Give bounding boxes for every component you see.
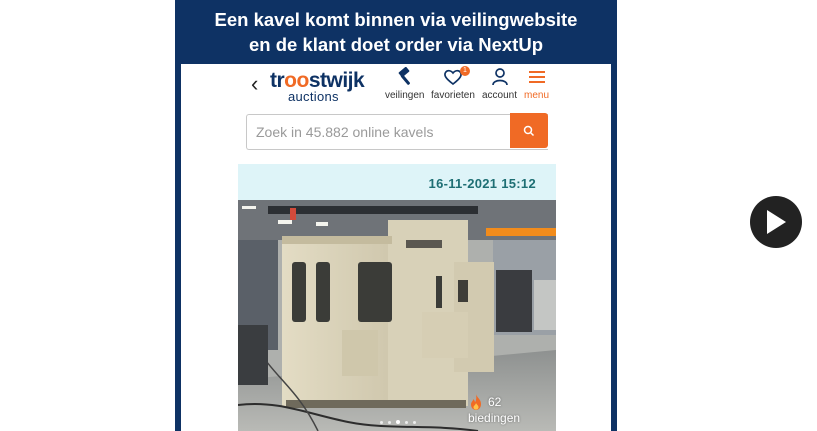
carousel-dot[interactable] (413, 420, 416, 424)
troostwijk-logo[interactable]: troostwijk auctions (270, 70, 370, 103)
nav-favorieten-label: favorieten (431, 90, 475, 101)
carousel-dot[interactable] (388, 420, 391, 424)
logo-subtitle: auctions (288, 89, 339, 104)
bids-label: biedingen (468, 411, 521, 425)
carousel-dot-active[interactable] (396, 420, 400, 424)
lot-date: 16-11-2021 15:12 (428, 176, 536, 191)
search-input[interactable] (247, 115, 548, 149)
hamburger-icon (527, 67, 547, 87)
play-icon (767, 210, 786, 234)
nav-veilingen-label: veilingen (385, 90, 425, 101)
nav-account-label: account (482, 90, 518, 101)
heart-icon: 1 (443, 66, 470, 87)
back-button[interactable]: ‹ (251, 73, 258, 95)
lot-photo[interactable]: 62 biedingen (238, 200, 556, 431)
carousel-dots[interactable] (380, 420, 416, 424)
bids-count: 62 (488, 395, 502, 409)
search-button[interactable] (510, 113, 548, 148)
nav-veilingen[interactable]: veilingen (385, 67, 424, 101)
carousel-dot[interactable] (380, 420, 383, 424)
bids-info: 62 biedingen (468, 394, 520, 426)
caption-line-1: Een kavel komt binnen via veilingwebsite (214, 9, 578, 30)
caption-banner: Een kavel komt binnen via veilingwebsite… (175, 0, 617, 64)
phone-screen: ‹ troostwijk auctions veilingen 1 favori… (181, 64, 611, 431)
phone-frame: Een kavel komt binnen via veilingwebsite… (175, 0, 617, 431)
lot-date-bar: 16-11-2021 15:12 (238, 164, 556, 200)
logo-wordmark: troostwijk (270, 70, 370, 91)
carousel-dot[interactable] (405, 420, 408, 424)
nav-favorieten[interactable]: 1 favorieten (431, 66, 475, 101)
nav-account[interactable]: account (482, 67, 517, 101)
caption-line-2: en de klant doet order via NextUp (248, 34, 543, 55)
nav-menu[interactable]: menu (524, 67, 549, 101)
gavel-icon (394, 67, 416, 87)
play-button[interactable] (750, 196, 802, 248)
favorites-badge: 1 (459, 66, 470, 76)
search-icon (523, 125, 535, 136)
nav-menu-label: menu (524, 90, 550, 101)
video-stage: Een kavel komt binnen via veilingwebsite… (0, 0, 817, 431)
user-icon (491, 67, 509, 87)
search-field (246, 114, 548, 150)
